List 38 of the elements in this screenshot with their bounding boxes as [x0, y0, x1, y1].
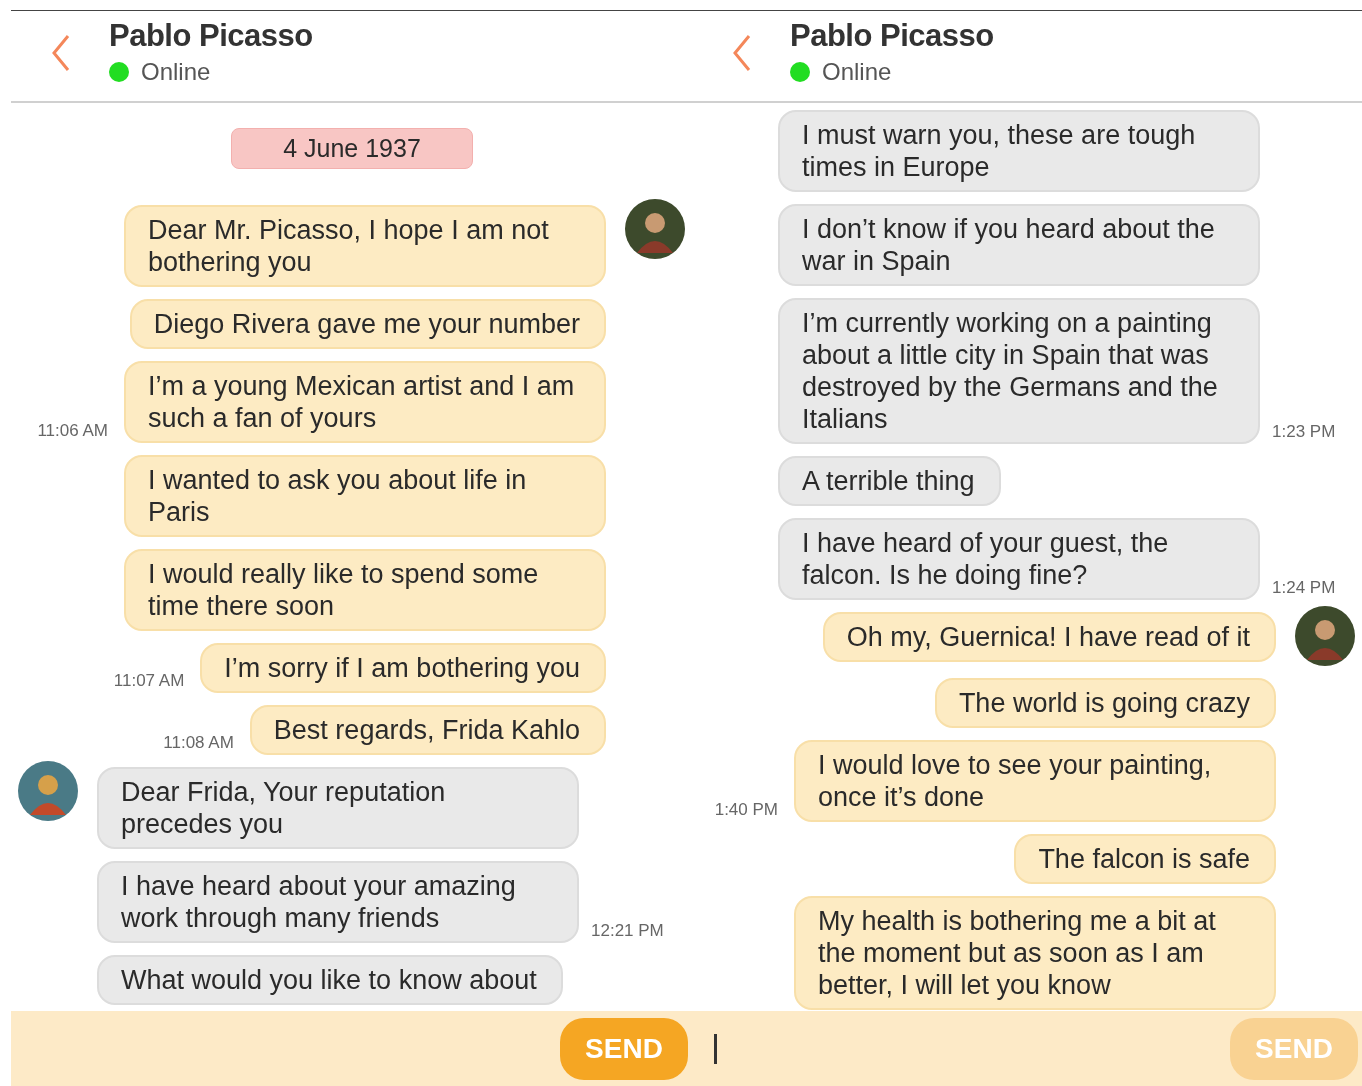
message-time: 12:21 PM — [591, 921, 664, 941]
message-bubble: I would love to see your painting, once it’s done — [794, 740, 1276, 822]
message-bubble: Dear Mr. Picasso, I hope I am not bothering you — [124, 205, 606, 287]
message-time: 1:24 PM — [1272, 578, 1336, 598]
message-bubble: The world is going crazy — [934, 678, 1276, 728]
back-icon[interactable] — [51, 33, 71, 73]
message-bubble: I’m sorry if I am bothering you — [200, 643, 606, 693]
message-bubble: Best regards, Frida Kahlo — [249, 705, 606, 755]
message-bubble: I’m currently working on a painting about a little city in Spain that was destroyed by the Germans and the Italians — [778, 298, 1260, 444]
contact-name: Pablo Picasso — [109, 18, 313, 54]
message-bubble: Oh my, Guernica! I have read of it — [822, 612, 1276, 662]
message-bubble: I’m a young Mexican artist and I am such a fan of yours — [124, 361, 606, 443]
message-bubble: Dear Frida, Your reputation precedes you — [97, 767, 579, 849]
avatar-icon — [625, 199, 685, 259]
avatar-icon — [18, 761, 78, 821]
message-time: 11:08 AM — [163, 733, 234, 753]
message-bubble: I must warn you, these are tough times in Europe — [778, 110, 1260, 192]
send-button[interactable]: SEND — [560, 1018, 688, 1080]
message-time: 11:06 AM — [37, 421, 108, 441]
message-bubble: I would really like to spend some time there soon — [124, 549, 606, 631]
status-text: Online — [141, 58, 211, 86]
message-bubble: What would you like to know about — [97, 955, 563, 1005]
message-bubble: I have heard of your guest, the falcon. Is he doing fine? — [778, 518, 1260, 600]
status-text: Online — [822, 58, 892, 86]
message-time: 1:40 PM — [714, 800, 778, 820]
message-bubble: The falcon is safe — [1014, 834, 1276, 884]
date-chip: 4 June 1937 — [231, 128, 473, 169]
message-bubble: I don’t know if you heard about the war in Spain — [778, 204, 1260, 286]
contact-name: Pablo Picasso — [790, 18, 994, 54]
message-bubble: A terrible thing — [778, 456, 1001, 506]
message-bubble: I have heard about your amazing work through many friends — [97, 861, 579, 943]
message-time: 1:23 PM — [1272, 422, 1336, 442]
avatar-icon — [1295, 606, 1355, 666]
back-icon[interactable] — [732, 33, 752, 73]
message-bubble: Diego Rivera gave me your number — [129, 299, 606, 349]
message-bubble: My health is bothering me a bit at the moment but as soon as I am better, I will let you know — [794, 896, 1276, 1010]
message-bubble: I wanted to ask you about life in Paris — [124, 455, 606, 537]
message-time: 11:07 AM — [113, 671, 185, 691]
